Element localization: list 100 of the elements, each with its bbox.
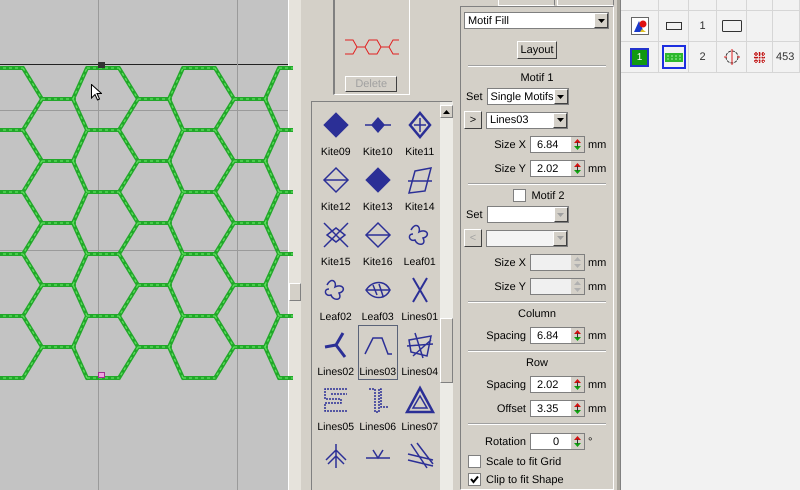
option-checkbox[interactable]: Scale to fit Grid <box>464 455 610 468</box>
set-dropdown[interactable]: Single Motifs <box>486 88 569 105</box>
number-field[interactable]: 6.84 <box>530 327 585 344</box>
unit-label: ° <box>588 436 592 448</box>
unit-label: mm <box>588 330 606 342</box>
spin-arrows-icon <box>574 436 581 447</box>
caret-icon <box>557 94 564 98</box>
motif-name: Kite12 <box>320 201 351 213</box>
motif-name: Kite16 <box>362 256 393 268</box>
field-label: Rotation <box>484 436 527 448</box>
unit-label: mm <box>588 378 606 390</box>
motif-item[interactable]: Leaf02 <box>316 270 356 325</box>
motif-icon <box>320 110 351 140</box>
next-button[interactable]: > <box>464 111 482 129</box>
unit-label: mm <box>588 402 606 414</box>
motif-name: Lines06 <box>359 421 396 433</box>
motif-item[interactable]: Lines07 <box>400 380 440 435</box>
field-label: Size X <box>493 256 527 268</box>
motif-item[interactable]: Kite09 <box>316 105 356 160</box>
motif-item[interactable]: Lines03 <box>358 325 398 380</box>
field-label: Spacing <box>485 378 527 390</box>
section-title: Row <box>524 357 549 369</box>
motif-name: Lines04 <box>401 366 438 378</box>
spin-arrows-icon <box>574 281 581 292</box>
motif-item[interactable]: Kite10 <box>358 105 398 160</box>
motif-icon <box>362 165 393 195</box>
color-badge[interactable]: 1 <box>630 48 649 66</box>
caret-icon <box>557 212 564 216</box>
stitch-count: 453 <box>776 51 794 63</box>
grid-pattern-icon <box>754 52 765 62</box>
motif-item[interactable]: Kite13 <box>358 160 398 215</box>
motif-item[interactable]: Kite12 <box>316 160 356 215</box>
motif-item[interactable]: Lines05 <box>316 380 356 435</box>
number-field[interactable]: 2.02 <box>530 160 585 177</box>
motif-dropdown[interactable]: Lines03 <box>486 112 568 128</box>
motif-item[interactable]: Kite16 <box>358 215 398 270</box>
field-label: Set <box>466 208 483 220</box>
motif-name: Leaf02 <box>320 311 352 323</box>
unit-label: mm <box>588 162 606 174</box>
spin-arrows-icon <box>574 139 581 150</box>
motif-item[interactable]: Lines01 <box>400 270 440 325</box>
object-number: 1 <box>699 20 706 32</box>
field-label: Size Y <box>493 162 527 174</box>
motif-item[interactable]: Lines04 <box>400 325 440 380</box>
mouse-cursor-icon <box>91 84 102 101</box>
section-title: Motif 1 <box>519 72 554 84</box>
field-label: Spacing <box>485 330 527 342</box>
motif-icon <box>320 165 351 195</box>
number-field[interactable]: 3.35 <box>530 400 585 417</box>
caret-icon <box>556 236 564 240</box>
motif-icon <box>320 220 351 250</box>
caret-icon <box>598 18 604 22</box>
motif-name: Kite13 <box>362 201 393 213</box>
motif-item[interactable]: Leaf03 <box>358 270 398 325</box>
spin-arrows-icon <box>574 379 581 390</box>
field-label: Set <box>466 90 483 102</box>
motif-item[interactable]: Kite15 <box>316 215 356 270</box>
motif-name: Kite11 <box>405 146 434 158</box>
motif-name: Leaf03 <box>362 311 394 323</box>
motif-name: Lines05 <box>317 421 354 433</box>
fill-object[interactable] <box>662 45 686 69</box>
caret-icon <box>556 118 564 122</box>
unit-label: mm <box>588 138 606 150</box>
motif-name: Lines02 <box>317 366 354 378</box>
motif-item[interactable]: Leaf01 <box>400 215 440 270</box>
section-title: Column <box>517 308 557 320</box>
motif-name: Kite09 <box>320 146 351 158</box>
number-field[interactable]: 2.02 <box>530 376 585 393</box>
motif-name: Kite15 <box>320 256 351 268</box>
motif-name: Lines07 <box>401 421 438 433</box>
caret-up-icon <box>442 110 450 114</box>
unit-label: mm <box>588 256 606 268</box>
stitch-fill-icon <box>664 52 682 62</box>
rotation-icon <box>722 48 740 66</box>
motif-item[interactable]: Kite14 <box>400 160 440 215</box>
motif-name: Kite14 <box>404 201 435 213</box>
number-field[interactable]: 0 <box>530 433 585 450</box>
fill-type-dropdown[interactable]: Motif Fill <box>464 12 609 29</box>
motif-item[interactable]: Lines02 <box>316 325 356 380</box>
rectangle-icon <box>722 20 742 32</box>
scroll-up-button[interactable] <box>440 105 453 118</box>
spin-arrows-icon <box>574 163 581 174</box>
motif-name: Kite10 <box>362 146 393 158</box>
shapes-icon[interactable] <box>630 17 648 35</box>
number-field[interactable]: 6.84 <box>530 136 585 153</box>
unit-label: mm <box>588 280 606 292</box>
option-checkbox[interactable]: Clip to fit Shape <box>464 473 610 486</box>
spin-arrows-icon <box>574 403 581 414</box>
layout-button[interactable]: Layout <box>517 41 557 59</box>
field-label: Offset <box>496 402 527 414</box>
motif-name: Lines01 <box>401 311 438 323</box>
motif-name: Lines03 <box>359 366 396 378</box>
motif-icon <box>404 385 435 415</box>
motif-item[interactable]: Kite11 <box>400 105 440 160</box>
set-dropdown[interactable] <box>486 206 569 223</box>
motif-icon <box>404 330 435 360</box>
splitter-handle[interactable] <box>289 283 302 301</box>
scrollbar-thumb[interactable] <box>440 318 453 383</box>
motif-item[interactable]: Lines06 <box>358 380 398 435</box>
motif-name: Leaf01 <box>404 256 436 268</box>
